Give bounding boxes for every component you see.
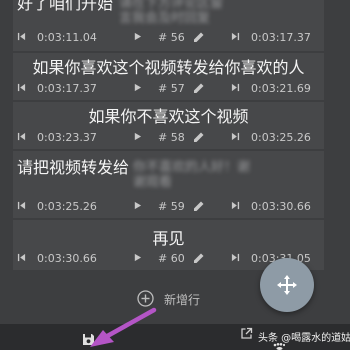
pencil-icon[interactable]	[193, 252, 205, 264]
skip-end-icon[interactable]	[231, 201, 240, 210]
row-index: # 60	[158, 252, 185, 265]
start-time[interactable]: 0:03:25.26	[37, 200, 97, 213]
move-fab-button[interactable]	[260, 258, 314, 312]
pencil-icon[interactable]	[193, 131, 205, 143]
skip-start-icon[interactable]	[17, 83, 26, 92]
paw-icon	[273, 343, 285, 350]
subtitle-text[interactable]: 好了咱们开始 请在下方评论区留言我会及时回复	[17, 0, 324, 26]
play-icon[interactable]	[133, 32, 142, 41]
play-icon[interactable]	[133, 83, 142, 92]
end-time[interactable]: 0:03:30.66	[251, 200, 311, 213]
bottom-toolbar: 头条 @喝露水的道姑	[0, 324, 350, 350]
start-time[interactable]: 0:03:23.37	[37, 131, 97, 144]
pencil-icon[interactable]	[193, 200, 205, 212]
start-time[interactable]: 0:03:17.37	[37, 82, 97, 95]
row-index: # 57	[158, 82, 185, 95]
subtitle-card[interactable]: 如果你不喜欢这个视频 0:03:23.37 # 58 0:03:25.26	[13, 102, 324, 149]
skip-start-icon[interactable]	[17, 132, 26, 141]
subtitle-text-visible: 请把视频转发给	[17, 158, 130, 177]
subtitle-text-blurred: 你不喜欢的人好！谢谢观看	[133, 160, 251, 190]
subtitle-text-visible: 好了咱们开始	[17, 0, 114, 13]
row-index: # 56	[158, 31, 185, 44]
subtitle-text-blurred: 请在下方评论区留言我会及时回复	[119, 0, 224, 26]
timing-controls: 0:03:25.26 # 59 0:03:30.66	[13, 196, 324, 218]
row-index: # 58	[158, 131, 185, 144]
subtitle-text[interactable]: 请把视频转发给 你不喜欢的人好！谢谢观看	[17, 158, 324, 190]
open-external-icon[interactable]	[240, 327, 253, 340]
subtitle-card[interactable]: 如果你喜欢这个视频转发给你喜欢的人 0:03:17.37 # 57 0:03:2…	[13, 53, 324, 100]
subtitle-editor: 好了咱们开始 请在下方评论区留言我会及时回复 0:03:11.04 # 56 0:…	[0, 0, 350, 350]
end-time[interactable]: 0:03:25.26	[251, 131, 311, 144]
subtitle-card[interactable]: 请把视频转发给 你不喜欢的人好！谢谢观看 0:03:25.26 # 59 0:03…	[13, 151, 324, 218]
play-icon[interactable]	[133, 132, 142, 141]
watermark-text: 头条 @喝露水的道姑	[258, 333, 350, 344]
skip-end-icon[interactable]	[231, 83, 240, 92]
timing-controls: 0:03:11.04 # 56 0:03:17.37	[13, 27, 324, 49]
start-time[interactable]: 0:03:30.66	[37, 252, 97, 265]
add-row-label: 新增行	[164, 293, 201, 307]
move-arrows-icon	[277, 275, 297, 295]
skip-start-icon[interactable]	[17, 32, 26, 41]
end-time[interactable]: 0:03:17.37	[251, 31, 311, 44]
subtitle-text[interactable]: 再见	[13, 229, 324, 249]
end-time[interactable]: 0:03:21.69	[251, 82, 311, 95]
play-icon[interactable]	[133, 201, 142, 210]
start-time[interactable]: 0:03:11.04	[37, 31, 97, 44]
skip-start-icon[interactable]	[17, 253, 26, 262]
skip-end-icon[interactable]	[231, 253, 240, 262]
skip-end-icon[interactable]	[231, 32, 240, 41]
pencil-icon[interactable]	[193, 82, 205, 94]
subtitle-text[interactable]: 如果你不喜欢这个视频	[13, 107, 324, 127]
pencil-icon[interactable]	[193, 31, 205, 43]
timing-controls: 0:03:17.37 # 57 0:03:21.69	[13, 78, 324, 100]
skip-start-icon[interactable]	[17, 201, 26, 210]
subtitle-card[interactable]: 好了咱们开始 请在下方评论区留言我会及时回复 0:03:11.04 # 56 0:…	[13, 0, 324, 51]
add-circle-icon	[137, 290, 154, 307]
subtitle-text[interactable]: 如果你喜欢这个视频转发给你喜欢的人	[13, 58, 324, 78]
skip-end-icon[interactable]	[231, 132, 240, 141]
play-icon[interactable]	[133, 253, 142, 262]
row-index: # 59	[158, 200, 185, 213]
annotation-arrow	[90, 307, 157, 347]
timing-controls: 0:03:23.37 # 58 0:03:25.26	[13, 127, 324, 149]
